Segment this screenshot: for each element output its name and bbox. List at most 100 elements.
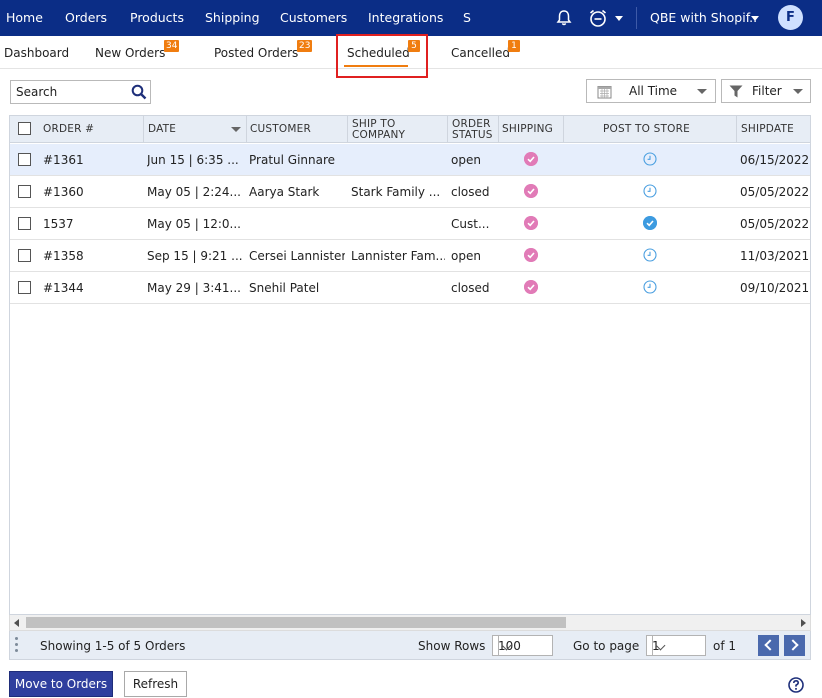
tab-label: Cancelled <box>451 46 510 60</box>
column-header-post-to-store[interactable]: POST TO STORE <box>603 116 690 143</box>
ship-date: 09/10/2021 <box>740 281 810 295</box>
order-date: May 05 | 2:24... <box>147 185 241 199</box>
column-header-order-status[interactable]: ORDER STATUS <box>452 116 500 143</box>
tab-label: Dashboard <box>4 46 70 60</box>
horizontal-scrollbar[interactable] <box>9 615 811 631</box>
order-date: Sep 15 | 9:21 ... <box>147 249 243 263</box>
search-input[interactable] <box>14 84 129 100</box>
search-icon[interactable] <box>131 84 147 100</box>
nav-item-shipping[interactable]: Shipping <box>205 10 260 25</box>
nav-item-customers[interactable]: Customers <box>280 10 347 25</box>
tab-label: Posted Orders <box>214 46 299 60</box>
order-date: Jun 15 | 6:35 ... <box>147 153 239 167</box>
filter-label: Filter <box>752 84 782 98</box>
page-select[interactable]: 1 <box>646 635 706 656</box>
sort-descending-icon[interactable] <box>231 127 241 132</box>
column-divider <box>447 116 448 143</box>
previous-page-button[interactable] <box>758 635 779 656</box>
column-divider <box>246 116 247 143</box>
nav-item-products[interactable]: Products <box>130 10 184 25</box>
date-range-label: All Time <box>629 84 678 98</box>
search-box <box>10 80 151 104</box>
showing-count: Showing 1-5 of 5 Orders <box>40 639 186 653</box>
clock-icon <box>643 184 657 198</box>
ship-date: 11/03/2021 <box>740 249 810 263</box>
column-header-date[interactable]: DATE <box>148 116 176 143</box>
shipping-check-icon <box>524 248 538 262</box>
order-date: May 29 | 3:41... <box>147 281 241 295</box>
chevron-down-icon <box>697 89 707 94</box>
ship-to-company: Lannister Fam... <box>351 249 445 263</box>
column-header-order[interactable]: ORDER # <box>43 116 94 143</box>
nav-item-orders[interactable]: Orders <box>65 10 107 25</box>
column-header-ship-to-company[interactable]: SHIP TO COMPANY <box>352 116 424 143</box>
shipping-check-icon <box>524 280 538 294</box>
table-row[interactable]: #1358 Sep 15 | 9:21 ... Cersei Lannister… <box>10 240 810 272</box>
filter-dropdown[interactable]: Filter <box>721 79 811 103</box>
order-status: closed <box>451 281 490 295</box>
clock-icon <box>643 280 657 294</box>
tab-cancelled[interactable]: Cancelled 1 <box>451 40 520 60</box>
order-date: May 05 | 12:0... <box>147 217 241 231</box>
table-row[interactable]: #1361 Jun 15 | 6:35 ... Pratul Ginnare o… <box>10 144 810 176</box>
drag-handle-icon[interactable] <box>15 637 19 653</box>
ship-date: 05/05/2022 <box>740 185 810 199</box>
table-row[interactable]: #1360 May 05 | 2:24... Aarya Stark Stark… <box>10 176 810 208</box>
refresh-button[interactable]: Refresh <box>124 671 187 697</box>
column-header-shipping[interactable]: SHIPPING <box>502 116 553 143</box>
store-dropdown-caret-icon[interactable] <box>751 16 759 21</box>
customer-name: Pratul Ginnare <box>249 153 336 167</box>
nav-item-truncated[interactable]: S <box>463 10 471 25</box>
top-navigation-bar: Home Orders Products Shipping Customers … <box>0 0 822 36</box>
move-to-orders-button[interactable]: Move to Orders <box>9 671 113 697</box>
shipping-check-icon <box>524 152 538 166</box>
row-checkbox[interactable] <box>18 185 31 198</box>
scrollbar-thumb[interactable] <box>26 617 566 628</box>
filter-icon <box>729 85 743 98</box>
scroll-right-arrow-icon[interactable] <box>801 619 806 627</box>
date-range-dropdown[interactable]: All Time <box>586 79 716 103</box>
column-header-customer[interactable]: CUSTOMER <box>250 116 311 143</box>
row-checkbox[interactable] <box>18 281 31 294</box>
posted-check-icon <box>643 216 657 230</box>
order-status: open <box>451 153 481 167</box>
tab-posted-orders[interactable]: Posted Orders 23 <box>214 40 313 60</box>
highlight-box <box>336 34 428 78</box>
clock-icon <box>643 152 657 166</box>
nav-item-home[interactable]: Home <box>6 10 43 25</box>
nav-divider <box>636 7 637 29</box>
table-row[interactable]: #1344 May 29 | 3:41... Snehil Patel clos… <box>10 272 810 304</box>
order-number[interactable]: #1360 <box>43 185 84 199</box>
chevron-down-icon <box>793 89 803 94</box>
row-checkbox[interactable] <box>18 217 31 230</box>
bell-icon[interactable] <box>555 9 573 27</box>
tab-new-orders[interactable]: New Orders 34 <box>95 40 180 60</box>
store-selector[interactable]: QBE with Shopif.. <box>650 10 757 25</box>
row-checkbox[interactable] <box>18 153 31 166</box>
alarm-dropdown-caret-icon[interactable] <box>615 16 623 21</box>
calendar-icon <box>597 86 612 99</box>
column-header-shipdate[interactable]: SHIPDATE <box>741 116 794 143</box>
order-number[interactable]: #1361 <box>43 153 84 167</box>
alarm-clock-icon[interactable] <box>588 8 608 28</box>
go-to-page-label: Go to page <box>573 639 640 653</box>
clock-icon <box>643 248 657 262</box>
user-avatar[interactable]: F <box>778 5 803 30</box>
scroll-left-arrow-icon[interactable] <box>14 619 19 627</box>
order-number[interactable]: #1344 <box>43 281 84 295</box>
help-icon[interactable] <box>788 677 804 693</box>
order-number[interactable]: 1537 <box>43 217 74 231</box>
order-status: Cust... <box>451 217 490 231</box>
table-row[interactable]: 1537 May 05 | 12:0... Cust... 05/05/2022 <box>10 208 810 240</box>
select-all-checkbox[interactable] <box>18 122 31 135</box>
chevron-down-icon <box>498 636 515 655</box>
rows-per-page-select[interactable]: 100 <box>492 635 553 656</box>
order-number[interactable]: #1358 <box>43 249 84 263</box>
ship-to-company: Stark Family ... <box>351 185 441 199</box>
order-status: open <box>451 249 481 263</box>
nav-item-integrations[interactable]: Integrations <box>368 10 443 25</box>
next-page-button[interactable] <box>784 635 805 656</box>
tab-dashboard[interactable]: Dashboard <box>4 46 69 60</box>
shipping-check-icon <box>524 216 538 230</box>
row-checkbox[interactable] <box>18 249 31 262</box>
